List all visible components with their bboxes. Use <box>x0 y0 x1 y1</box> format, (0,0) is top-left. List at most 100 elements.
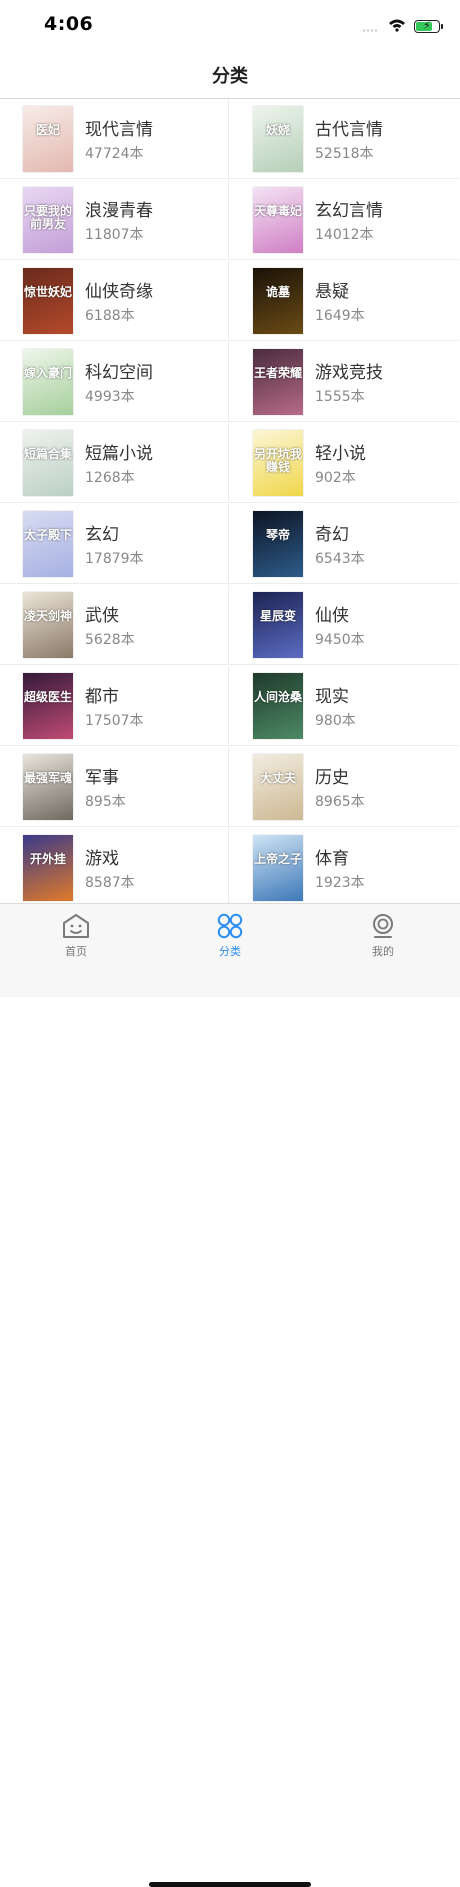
book-cover-image: 琴帝 <box>253 511 303 577</box>
book-cover-title: 超级医生 <box>23 690 72 704</box>
category-item[interactable]: 诡墓 悬疑 1649本 <box>230 261 459 341</box>
book-cover-image: 另开坑我赚钱 <box>253 430 303 496</box>
category-count: 17507本 <box>85 713 144 729</box>
category-count: 1555本 <box>315 389 365 405</box>
category-count: 17879本 <box>85 551 144 567</box>
book-cover-image: 凌天剑神 <box>23 592 73 658</box>
category-name: 轻小说 <box>315 444 366 464</box>
category-name: 体育 <box>315 849 349 869</box>
status-bar: 4:06 ⚡ <box>0 0 460 50</box>
tab-home[interactable]: 首页 <box>26 912 126 959</box>
profile-icon <box>333 912 433 940</box>
category-count: 902本 <box>315 470 356 486</box>
category-item[interactable]: 凌天剑神 武侠 5628本 <box>0 585 229 665</box>
category-count: 1268本 <box>85 470 135 486</box>
category-item[interactable]: 太子殿下 玄幻 17879本 <box>0 504 229 584</box>
category-item[interactable]: 最强军魂 军事 895本 <box>0 747 229 827</box>
nav-bar: 分类 <box>0 50 460 99</box>
category-name: 悬疑 <box>315 282 349 302</box>
category-item[interactable]: 人间沧桑 现实 980本 <box>230 666 459 746</box>
tab-category[interactable]: 分类 <box>180 912 280 959</box>
category-item[interactable]: 星辰变 仙侠 9450本 <box>230 585 459 665</box>
category-item[interactable]: 医妃 现代言情 47724本 <box>0 99 229 179</box>
book-cover-title: 最强军魂 <box>23 771 72 785</box>
home-indicator <box>149 1882 311 1887</box>
book-cover-title: 嫁入豪门 <box>23 366 72 380</box>
category-count: 47724本 <box>85 146 144 162</box>
category-count: 5628本 <box>85 632 135 648</box>
category-item[interactable]: 开外挂 游戏 8587本 <box>0 828 229 903</box>
category-item[interactable]: 妖娆 古代言情 52518本 <box>230 99 459 179</box>
book-cover-image: 诡墓 <box>253 268 303 334</box>
book-cover-title: 医妃 <box>35 123 60 137</box>
category-name: 奇幻 <box>315 525 349 545</box>
category-item[interactable]: 上帝之子 体育 1923本 <box>230 828 459 903</box>
battery-icon: ⚡ <box>414 20 443 33</box>
category-name: 现代言情 <box>85 120 153 140</box>
book-cover-title: 星辰变 <box>259 609 296 623</box>
book-cover-image: 医妃 <box>23 106 73 172</box>
book-cover-image: 王者荣耀 <box>253 349 303 415</box>
book-cover-title: 只要我的前男友 <box>23 204 72 231</box>
category-count: 9450本 <box>315 632 365 648</box>
tab-category-label: 分类 <box>219 945 241 958</box>
book-cover-image: 上帝之子 <box>253 835 303 901</box>
category-name: 都市 <box>85 687 119 707</box>
category-item[interactable]: 天尊毒妃 玄幻言情 14012本 <box>230 180 459 260</box>
category-item[interactable]: 只要我的前男友 浪漫青春 11807本 <box>0 180 229 260</box>
tab-profile-label: 我的 <box>372 945 394 958</box>
book-cover-title: 凌天剑神 <box>23 609 72 623</box>
signal-icon <box>362 17 380 36</box>
category-count: 8587本 <box>85 875 135 891</box>
book-cover-image: 超级医生 <box>23 673 73 739</box>
category-item[interactable]: 王者荣耀 游戏竞技 1555本 <box>230 342 459 422</box>
category-count: 6188本 <box>85 308 135 324</box>
book-cover-image: 嫁入豪门 <box>23 349 73 415</box>
category-name: 仙侠奇缘 <box>85 282 153 302</box>
category-item[interactable]: 另开坑我赚钱 轻小说 902本 <box>230 423 459 503</box>
category-count: 8965本 <box>315 794 365 810</box>
tab-profile[interactable]: 我的 <box>333 912 433 959</box>
category-item[interactable]: 琴帝 奇幻 6543本 <box>230 504 459 584</box>
status-icons: ⚡ <box>362 17 443 36</box>
book-cover-image: 最强军魂 <box>23 754 73 820</box>
category-name: 浪漫青春 <box>85 201 153 221</box>
book-cover-title: 琴帝 <box>265 528 290 542</box>
category-item[interactable]: 超级医生 都市 17507本 <box>0 666 229 746</box>
tab-home-label: 首页 <box>65 945 87 958</box>
category-name: 游戏竞技 <box>315 363 383 383</box>
category-name: 玄幻言情 <box>315 201 383 221</box>
category-item[interactable]: 嫁入豪门 科幻空间 4993本 <box>0 342 229 422</box>
category-name: 游戏 <box>85 849 119 869</box>
book-cover-title: 短篇合集 <box>23 447 72 461</box>
book-cover-image: 太子殿下 <box>23 511 73 577</box>
book-cover-image: 惊世妖妃 <box>23 268 73 334</box>
book-cover-title: 王者荣耀 <box>253 366 302 380</box>
book-cover-title: 天尊毒妃 <box>253 204 302 218</box>
category-count: 14012本 <box>315 227 374 243</box>
home-face-icon <box>26 912 126 940</box>
category-name: 军事 <box>85 768 119 788</box>
book-cover-image: 短篇合集 <box>23 430 73 496</box>
status-time: 4:06 <box>44 13 94 35</box>
book-cover-image: 妖娆 <box>253 106 303 172</box>
category-grid: 医妃 现代言情 47724本 妖娆 古代言情 52518本只要我的前男友 浪漫青春 11807… <box>0 99 460 903</box>
category-name: 现实 <box>315 687 349 707</box>
book-cover-image: 大丈夫 <box>253 754 303 820</box>
tab-bar: 首页 分类 我的 <box>0 903 460 1887</box>
category-item[interactable]: 短篇合集 短篇小说 1268本 <box>0 423 229 503</box>
category-item[interactable]: 大丈夫 历史 8965本 <box>230 747 459 827</box>
page-title: 分类 <box>212 66 248 87</box>
category-count: 1649本 <box>315 308 365 324</box>
book-cover-title: 惊世妖妃 <box>23 285 72 299</box>
category-count: 52518本 <box>315 146 374 162</box>
category-count: 1923本 <box>315 875 365 891</box>
category-count: 4993本 <box>85 389 135 405</box>
category-name: 古代言情 <box>315 120 383 140</box>
book-cover-image: 只要我的前男友 <box>23 187 73 253</box>
book-cover-title: 另开坑我赚钱 <box>253 447 302 474</box>
category-item[interactable]: 惊世妖妃 仙侠奇缘 6188本 <box>0 261 229 341</box>
category-count: 895本 <box>85 794 126 810</box>
book-cover-title: 开外挂 <box>29 852 66 866</box>
wifi-icon <box>388 17 406 36</box>
